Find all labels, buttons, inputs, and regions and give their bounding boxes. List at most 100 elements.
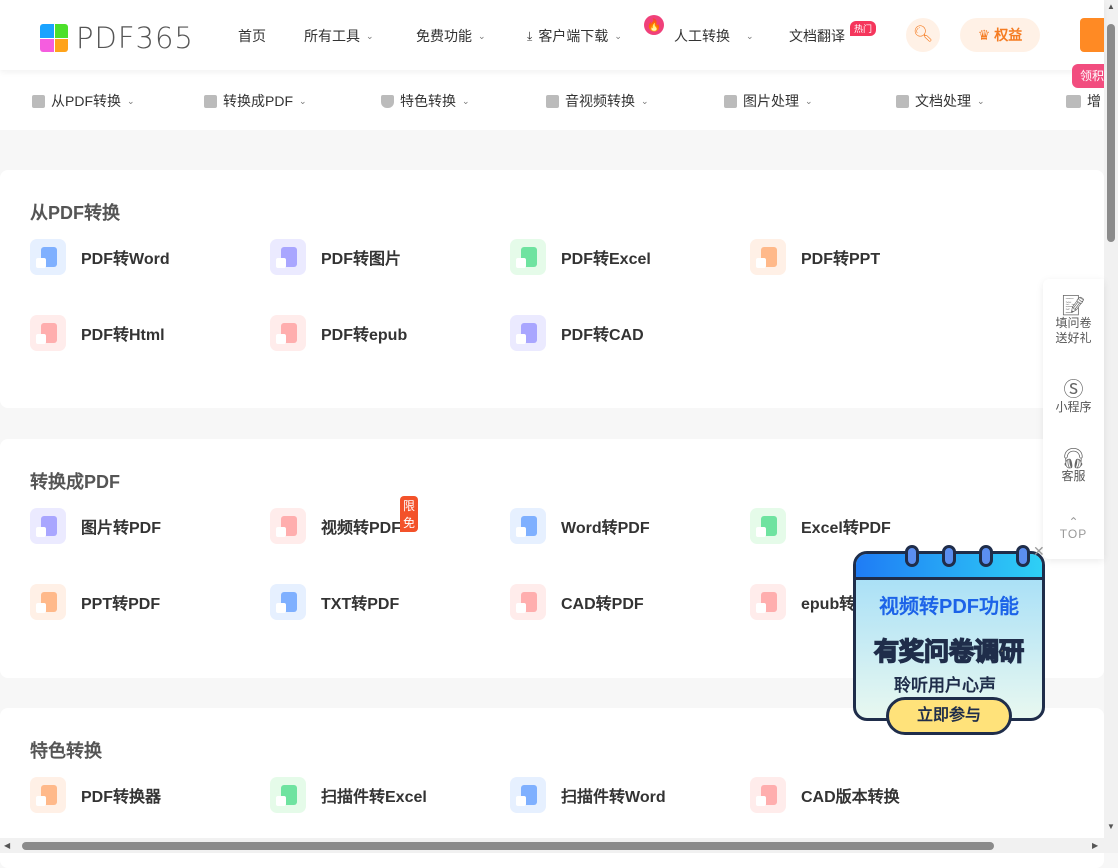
tool-item[interactable]: CAD版本转换 (750, 777, 900, 813)
nav-manual-convert[interactable]: 人工转换 ⌄ (674, 26, 754, 46)
side-survey[interactable]: 📝︎ 填问卷送好礼 (1043, 295, 1104, 346)
subnav-label: 图片处理 (743, 93, 799, 109)
tool-item[interactable]: PDF转Html (30, 315, 165, 351)
ring-icon (979, 545, 993, 567)
shield-icon (381, 94, 394, 108)
chevron-down-icon: ⌄ (977, 95, 985, 106)
side-label: TOP (1059, 527, 1088, 541)
search-button[interactable]: 🔍︎ (906, 18, 940, 52)
nav-label: 客户端下载 (538, 28, 609, 44)
section-title: 特色转换 (30, 741, 102, 761)
file-icon (510, 315, 546, 351)
points-tag[interactable]: 领积 (1072, 64, 1104, 88)
tool-item[interactable]: 扫描件转Excel (270, 777, 427, 813)
file-icon (750, 584, 786, 620)
tool-item[interactable]: PDF转epub (270, 315, 407, 351)
tool-label: CAD版本转换 (801, 789, 900, 806)
tool-item[interactable]: PDF转Word (30, 239, 170, 275)
subnav-label: 特色转换 (400, 93, 456, 109)
side-mini-program[interactable]: Ⓢ 小程序 (1043, 379, 1104, 415)
popup-title: 视频转PDF功能 (879, 596, 1019, 618)
logo-text: PDF365 (76, 21, 194, 55)
nav-home[interactable]: 首页 (238, 26, 266, 46)
chevron-up-icon: ⌃ (1068, 515, 1079, 529)
subnav-featured[interactable]: 特色转换 ⌄ (381, 91, 470, 111)
rights-button[interactable]: ♛ 权益 (960, 18, 1040, 52)
tool-item[interactable]: PDF转换器 (30, 777, 161, 813)
file-icon (270, 777, 306, 813)
tool-item[interactable]: TXT转PDF (270, 584, 399, 620)
chevron-down-icon: ⌄ (478, 30, 486, 41)
subnav-more[interactable]: 增 (1066, 91, 1101, 111)
file-icon (510, 239, 546, 275)
ring-icon (1016, 545, 1030, 567)
nav-label: 首页 (238, 28, 266, 44)
pdf-icon (204, 94, 217, 108)
tool-item[interactable]: Excel转PDF (750, 508, 891, 544)
nav-label: 所有工具 (304, 28, 360, 44)
mini-program-icon: Ⓢ (1063, 379, 1084, 401)
nav-free-features[interactable]: 免费功能 ⌄ (416, 26, 486, 46)
logo[interactable]: PDF365 (40, 21, 194, 55)
crown-icon: ♛ (977, 26, 991, 43)
vertical-scrollbar[interactable]: ▲ ▼ (1104, 0, 1118, 853)
tool-item[interactable]: 扫描件转Word (510, 777, 666, 813)
file-icon (510, 584, 546, 620)
hot-badge: 热门 (850, 21, 877, 36)
survey-icon: 📝︎ (1060, 295, 1087, 317)
tool-item[interactable]: CAD转PDF (510, 584, 644, 620)
nav-label: 免费功能 (416, 28, 472, 44)
nav-label: 人工转换 (674, 28, 730, 44)
tool-item[interactable]: PDF转CAD (510, 315, 644, 351)
ring-icon (905, 545, 919, 567)
image-icon (724, 94, 737, 108)
nav-doc-translate[interactable]: 文档翻译 (789, 26, 845, 46)
file-icon (30, 239, 66, 275)
side-label: 填问卷送好礼 (1055, 316, 1092, 345)
subnav-av[interactable]: 音视频转换 ⌄ (546, 91, 649, 111)
category-nav: 从PDF转换 ⌄ 转换成PDF ⌄ 特色转换 ⌄ 音视频转换 ⌄ 图片处理 ⌄ 文档处理 ⌄… (0, 70, 1104, 130)
section-from-pdf: 从PDF转换 PDF转Word PDF转图片 PDF转Excel PDF转PPT PDF转… (0, 170, 1104, 408)
survey-popup[interactable]: 视频转PDF功能 有奖问卷调研 聆听用户心声 ✕ 立即参与 (853, 543, 1045, 735)
file-icon (30, 777, 66, 813)
tool-label: PDF转Excel (561, 251, 651, 268)
tool-item[interactable]: PDF转PPT (750, 239, 880, 275)
tool-item[interactable]: 图片转PDF (30, 508, 161, 544)
subnav-label: 转换成PDF (223, 93, 293, 109)
back-to-top[interactable]: ⌃ TOP (1043, 515, 1104, 542)
document-icon (896, 94, 909, 108)
tool-label: 视频转PDF (321, 520, 402, 537)
chevron-down-icon: ⌄ (746, 30, 754, 41)
popup-body: 视频转PDF功能 有奖问卷调研 聆听用户心声 (853, 551, 1045, 721)
subnav-label: 音视频转换 (565, 93, 635, 109)
tool-item[interactable]: 视频转PDF 限免 (270, 496, 419, 544)
subnav-to-pdf[interactable]: 转换成PDF ⌄ (204, 91, 307, 111)
fire-icon: 🔥 (644, 15, 664, 35)
search-icon: 🔍︎ (912, 26, 934, 43)
tool-item[interactable]: PPT转PDF (30, 584, 160, 620)
file-icon (510, 508, 546, 544)
subnav-from-pdf[interactable]: 从PDF转换 ⌄ (32, 91, 135, 111)
tool-label: TXT转PDF (321, 596, 400, 613)
subnav-image[interactable]: 图片处理 ⌄ (724, 91, 813, 111)
file-icon (30, 508, 66, 544)
chevron-down-icon: ⌄ (641, 95, 649, 106)
popup-subtitle: 聆听用户心声 (894, 676, 996, 695)
nav-client-download[interactable]: ⤓ 客户端下载 ⌄ (527, 26, 622, 46)
nav-all-tools[interactable]: 所有工具 ⌄ (304, 26, 374, 46)
tool-label: 扫描件转Word (561, 789, 666, 806)
side-customer-service[interactable]: 🎧︎ 客服 (1043, 449, 1104, 484)
tool-item[interactable]: Word转PDF (510, 508, 650, 544)
horizontal-scrollbar[interactable]: ◀ ▶ (0, 838, 1104, 853)
tool-label: PDF转图片 (321, 251, 402, 268)
login-button[interactable] (1080, 18, 1104, 52)
subnav-doc[interactable]: 文档处理 ⌄ (896, 91, 985, 111)
popup-headline: 有奖问卷调研 (873, 637, 1025, 667)
side-label: 小程序 (1055, 400, 1092, 414)
participate-button[interactable]: 立即参与 (886, 697, 1012, 735)
tool-item[interactable]: PDF转图片 (270, 239, 401, 275)
download-icon: ⤓ (527, 28, 533, 43)
close-icon[interactable]: ✕ (1033, 543, 1045, 560)
tool-item[interactable]: PDF转Excel (510, 239, 651, 275)
file-icon (270, 584, 306, 620)
